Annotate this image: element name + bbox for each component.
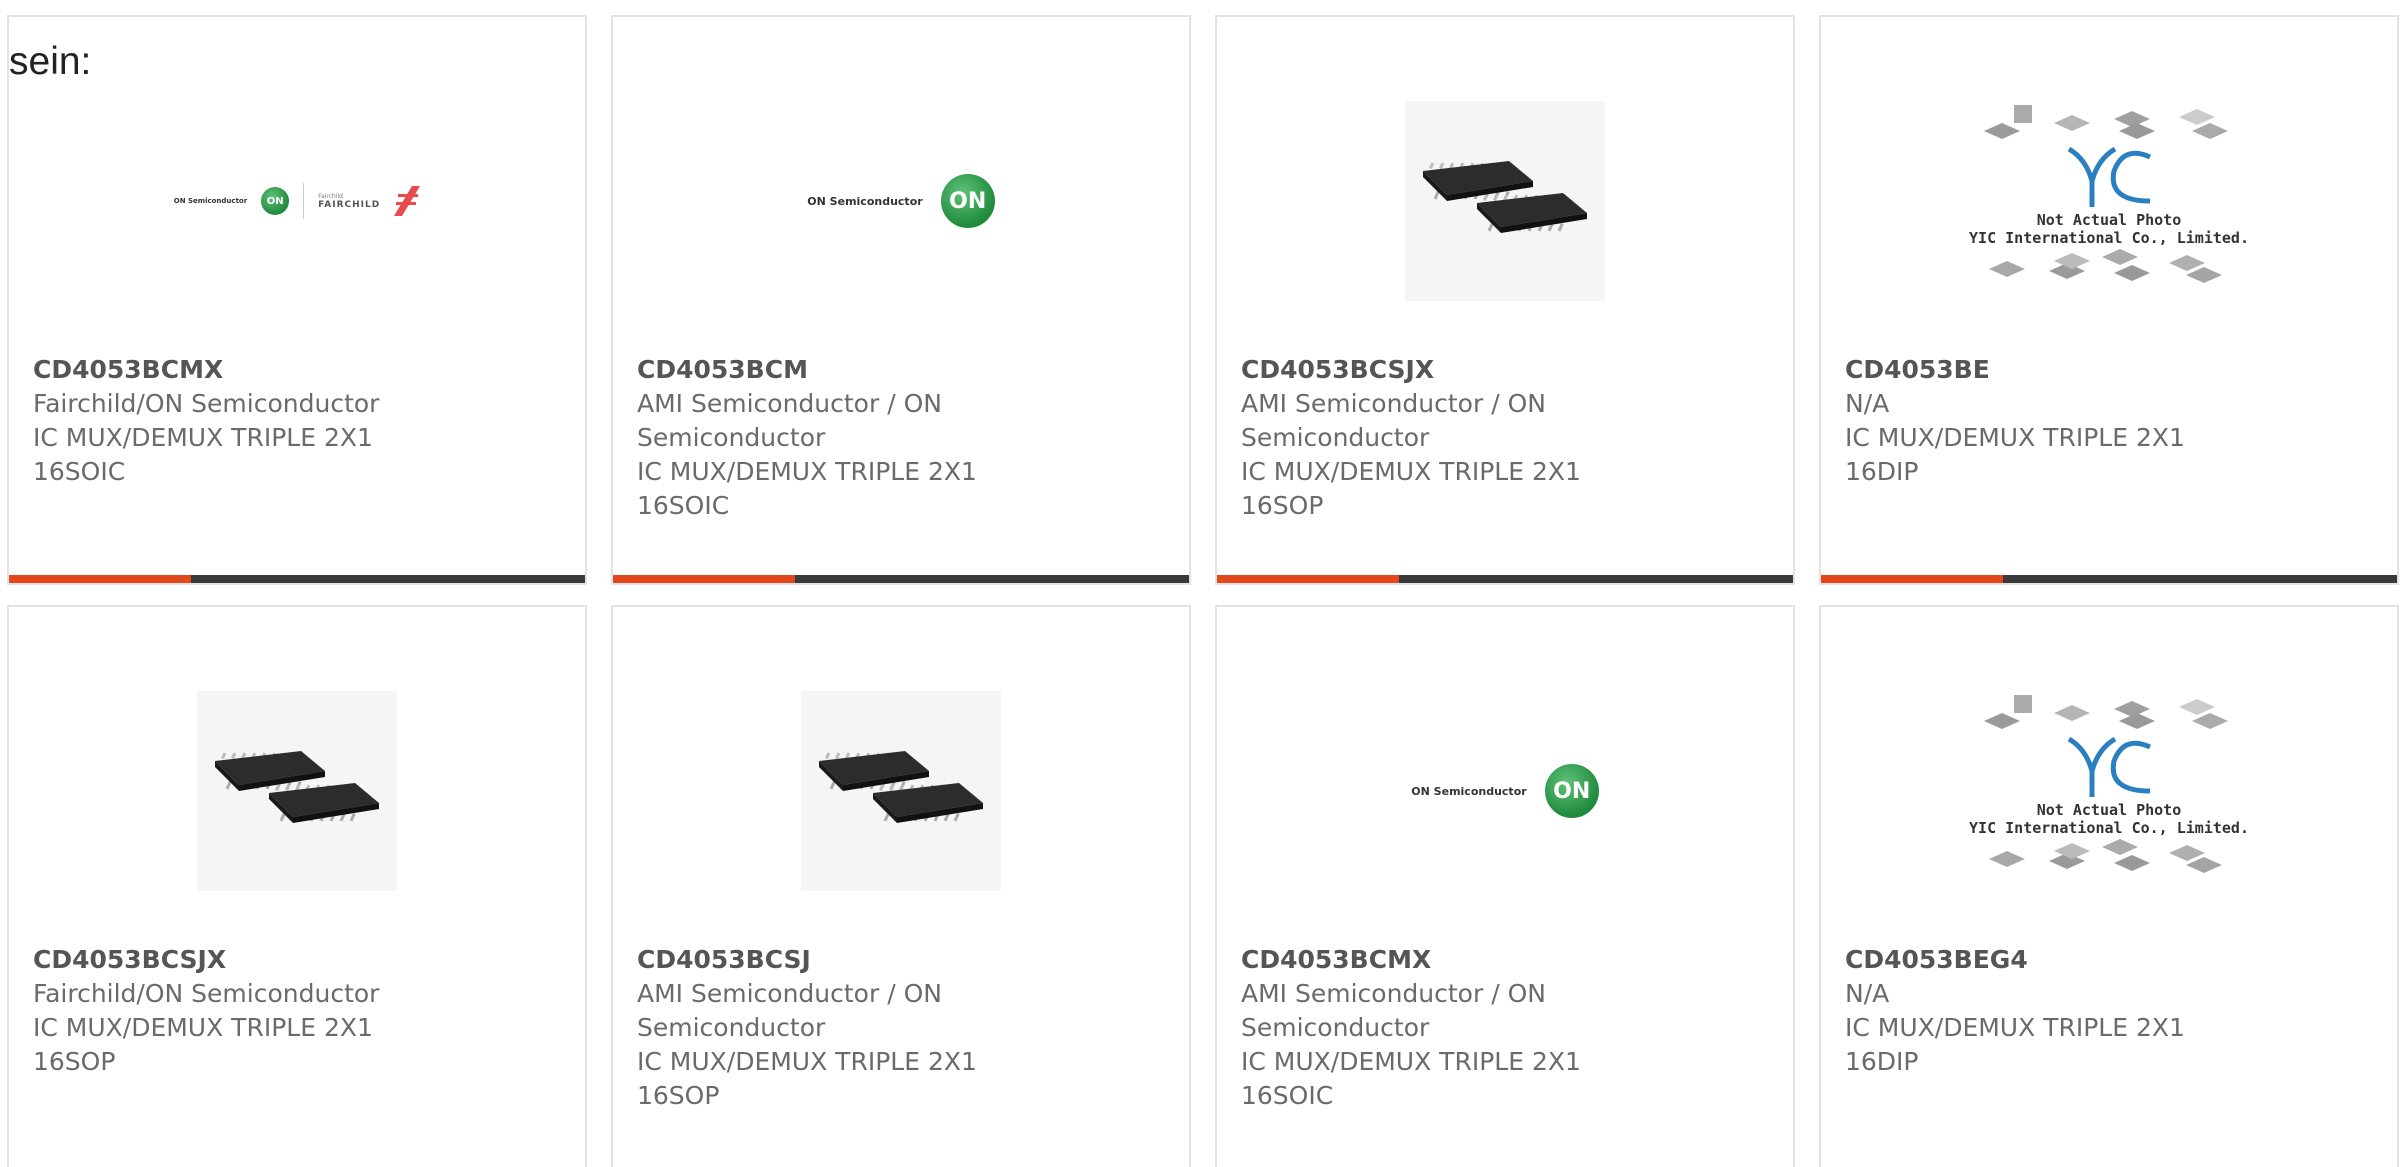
product-card[interactable]: Not Actual Photo YIC International Co., L… <box>1819 605 2399 1167</box>
manufacturer: AMI Semiconductor / ON Semiconductor <box>637 979 942 1042</box>
description: IC MUX/DEMUX TRIPLE 2X1 16DIP <box>1845 1013 2185 1076</box>
chip-photo <box>197 691 397 891</box>
chip-photo-icon[interactable] <box>9 651 585 931</box>
manufacturer: Fairchild/ON Semiconductor <box>33 979 380 1008</box>
product-info: CD4053BCSJX AMI Semiconductor / ON Semico… <box>1241 353 1601 523</box>
logo-divider <box>303 183 305 219</box>
part-number-link[interactable]: CD4053BCSJX <box>1241 353 1601 387</box>
yic-logo-svg <box>1984 105 2228 207</box>
on-logo-circle: ON <box>940 174 995 228</box>
product-grid: ON Semiconductor ON Fairchild FAIRCHILD CD40… <box>7 15 2399 1167</box>
card-bottom-bar <box>1217 575 1793 583</box>
product-info: CD4053BCMX AMI Semiconductor / ON Semicon… <box>1241 943 1601 1113</box>
on-semiconductor-logo: ON Semiconductor ON <box>807 174 995 228</box>
manufacturer: N/A <box>1845 979 1890 1008</box>
yic-logo-svg <box>1984 695 2228 797</box>
manufacturer: Fairchild/ON Semiconductor <box>33 389 380 418</box>
on-logo-circle: ON <box>261 187 290 215</box>
product-card[interactable]: CD4053BCSJX Fairchild/ON Semiconductor IC … <box>7 605 587 1167</box>
description: IC MUX/DEMUX TRIPLE 2X1 16SOP <box>1241 457 1581 520</box>
chip-photo-icon[interactable] <box>1217 61 1793 341</box>
yic-caption-2: YIC International Co., Limited. <box>1969 229 2249 247</box>
part-number-link[interactable]: CD4053BCMX <box>1241 943 1601 977</box>
card-bar-accent <box>9 575 191 583</box>
product-info: CD4053BEG4 N/A IC MUX/DEMUX TRIPLE 2X1 16D… <box>1845 943 2205 1079</box>
manufacturer: AMI Semiconductor / ON Semiconductor <box>1241 389 1546 452</box>
card-bar-accent <box>1217 575 1399 583</box>
description: IC MUX/DEMUX TRIPLE 2X1 16SOIC <box>637 457 977 520</box>
product-info: CD4053BCSJX Fairchild/ON Semiconductor IC … <box>33 943 393 1079</box>
yic-packages-svg <box>1989 249 2222 283</box>
part-number-link[interactable]: CD4053BCSJX <box>33 943 393 977</box>
yic-placeholder-icon[interactable]: Not Actual Photo YIC International Co., L… <box>1821 651 2397 931</box>
chip-package-svg <box>801 691 1001 891</box>
description: IC MUX/DEMUX TRIPLE 2X1 16SOP <box>637 1047 977 1110</box>
product-card[interactable]: CD4053BCSJ AMI Semiconductor / ON Semicon… <box>611 605 1191 1167</box>
yic-caption-1: Not Actual Photo <box>2036 211 2182 229</box>
on-logo-circle: ON <box>1544 764 1599 818</box>
manufacturer: AMI Semiconductor / ON Semiconductor <box>637 389 942 452</box>
logo-text: ON Semiconductor <box>807 194 923 208</box>
product-card[interactable]: ON Semiconductor ON CD4053BCM AMI Semicondu… <box>611 15 1191 585</box>
chip-photo <box>1405 101 1605 301</box>
on-semiconductor-logo-icon[interactable]: ON Semiconductor ON <box>613 61 1189 341</box>
on-semiconductor-logo: ON Semiconductor ON <box>1411 764 1599 818</box>
logo-text: ON Semiconductor <box>1411 784 1527 798</box>
product-card[interactable]: Not Actual Photo YIC International Co., L… <box>1819 15 2399 585</box>
on-semiconductor-logo-icon[interactable]: ON Semiconductor ON <box>1217 651 1793 931</box>
card-bottom-bar <box>9 575 585 583</box>
chip-photo <box>801 691 1001 891</box>
card-bar-accent <box>613 575 795 583</box>
part-number-link[interactable]: CD4053BCSJ <box>637 943 997 977</box>
logo-text: ON Semiconductor <box>173 197 248 205</box>
part-number-link[interactable]: CD4053BE <box>1845 353 2205 387</box>
description: IC MUX/DEMUX TRIPLE 2X1 16DIP <box>1845 423 2185 486</box>
product-card[interactable]: ON Semiconductor ON CD4053BCMX AMI Semicond… <box>1215 605 1795 1167</box>
fairchild-wordmark: FAIRCHILD <box>318 200 381 210</box>
part-number-link[interactable]: CD4053BCMX <box>33 353 393 387</box>
card-bottom-bar <box>1821 575 2397 583</box>
product-card[interactable]: CD4053BCSJX AMI Semiconductor / ON Semico… <box>1215 15 1795 585</box>
yic-caption-1: Not Actual Photo <box>2036 801 2182 819</box>
description: IC MUX/DEMUX TRIPLE 2X1 16SOIC <box>33 423 373 486</box>
chip-photo-icon[interactable] <box>613 651 1189 931</box>
product-info: CD4053BCM AMI Semiconductor / ON Semicond… <box>637 353 997 523</box>
fairchild-logo: Fairchild FAIRCHILD <box>318 193 381 210</box>
yic-packages-svg <box>1989 839 2222 873</box>
product-card[interactable]: ON Semiconductor ON Fairchild FAIRCHILD CD40… <box>7 15 587 585</box>
chip-package-svg <box>197 691 397 891</box>
intro-text: sein: <box>9 40 92 83</box>
fairchild-on-logo: ON Semiconductor ON Fairchild FAIRCHILD <box>173 183 421 219</box>
product-info: CD4053BCSJ AMI Semiconductor / ON Semicon… <box>637 943 997 1113</box>
yic-placeholder: Not Actual Photo YIC International Co., L… <box>1969 691 2249 881</box>
card-bottom-bar <box>613 575 1189 583</box>
manufacturer: N/A <box>1845 389 1890 418</box>
yic-placeholder-icon[interactable]: Not Actual Photo YIC International Co., L… <box>1821 61 2397 341</box>
card-bar-accent <box>1821 575 2003 583</box>
fairchild-on-logo-icon[interactable]: ON Semiconductor ON Fairchild FAIRCHILD <box>9 61 585 341</box>
product-info: CD4053BCMX Fairchild/ON Semiconductor IC M… <box>33 353 393 489</box>
product-info: CD4053BE N/A IC MUX/DEMUX TRIPLE 2X1 16DIP <box>1845 353 2205 489</box>
description: IC MUX/DEMUX TRIPLE 2X1 16SOIC <box>1241 1047 1581 1110</box>
yic-caption-2: YIC International Co., Limited. <box>1969 819 2249 837</box>
part-number-link[interactable]: CD4053BEG4 <box>1845 943 2205 977</box>
product-listing-page: sein: ON Semiconductor ON Fairchild FAIRCHI… <box>0 0 2400 1167</box>
description: IC MUX/DEMUX TRIPLE 2X1 16SOP <box>33 1013 373 1076</box>
chip-package-svg <box>1405 101 1605 301</box>
manufacturer: AMI Semiconductor / ON Semiconductor <box>1241 979 1546 1042</box>
part-number-link[interactable]: CD4053BCM <box>637 353 997 387</box>
yic-placeholder: Not Actual Photo YIC International Co., L… <box>1969 101 2249 291</box>
fairchild-mark-icon <box>394 186 421 216</box>
